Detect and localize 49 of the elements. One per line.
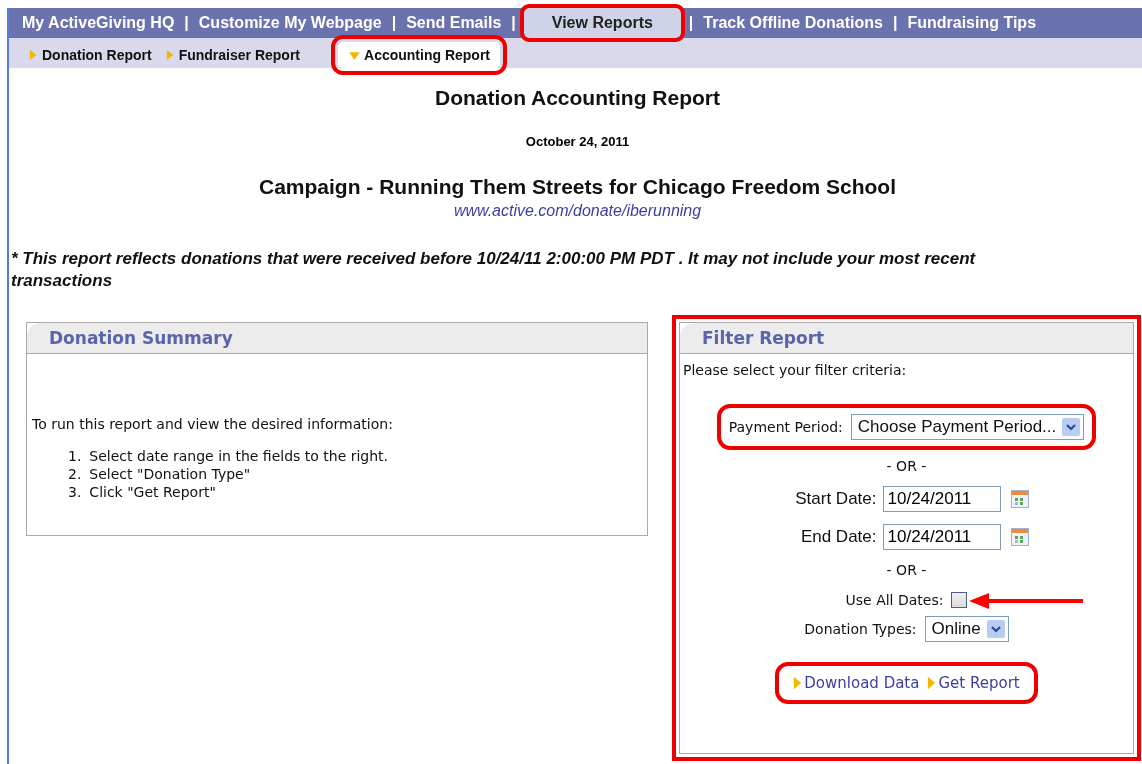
instructions-text: To run this report and view the desired information: — [32, 416, 394, 432]
step-number: 3. — [68, 483, 82, 501]
field-label: End Date: — [799, 527, 877, 547]
step-number: 1. — [68, 447, 82, 465]
nav-separator: | — [688, 14, 694, 32]
field-label: Payment Period: — [728, 419, 843, 435]
campaign-link[interactable]: www.active.com/donate/iberunning — [453, 202, 702, 219]
caret-right-icon — [793, 675, 803, 691]
step-number: 2. — [68, 465, 82, 483]
field-label: Use All Dates: — [845, 592, 944, 608]
caret-icon — [1062, 418, 1081, 436]
caret-right-icon — [29, 48, 39, 62]
field-label: Donation Types: — [804, 621, 917, 637]
calendar-icon[interactable] — [1010, 528, 1029, 546]
caret-right-icon — [165, 48, 176, 62]
field-label: Start Date: — [794, 489, 877, 509]
nav-tab[interactable]: Fundraising Tips — [905, 8, 1039, 38]
panel-title: Filter Report — [702, 328, 825, 348]
nav-separator: | — [391, 14, 397, 32]
nav-separator: | — [892, 14, 898, 32]
nav-tab[interactable]: Track Offline Donations — [701, 8, 885, 38]
caret-right-icon — [927, 675, 937, 691]
or-divider-text: - OR - — [886, 458, 927, 474]
donation-types-select[interactable]: Online — [924, 616, 1009, 642]
campaign-title: Campaign - Running Them Streets for Chicago Freedom School — [257, 175, 898, 199]
step-text: Click "Get Report" — [89, 483, 216, 501]
date-field[interactable]: 10/24/2011 — [882, 486, 1001, 512]
nav-separator: | — [511, 14, 516, 32]
use-all-dates-checkbox[interactable] — [951, 592, 968, 608]
payment-period-select[interactable]: Choose Payment Period... — [850, 414, 1085, 440]
nav-tab[interactable]: Send Emails — [404, 8, 504, 38]
sub-tab[interactable]: Donation Report — [27, 42, 160, 68]
panel-title: Donation Summary — [49, 328, 233, 348]
nav-tab[interactable]: Customize My Webpage — [196, 8, 384, 38]
or-divider-text: - OR - — [886, 562, 927, 578]
filter-prompt: Please select your filter criteria: — [682, 361, 907, 378]
report-link[interactable]: Get Report — [927, 674, 1020, 692]
nav-tab[interactable]: My ActiveGiving HQ — [20, 8, 177, 38]
report-notice: * This report reflects donations that were received before 10/24/11 2:00:00 PM PDT . It may not include your most recent transactions — [11, 248, 977, 292]
date-field[interactable]: 10/24/2011 — [882, 524, 1001, 550]
caret-icon — [986, 620, 1005, 638]
report-title: Donation Accounting Report — [434, 86, 721, 110]
report-date: October 24, 2011 — [524, 134, 631, 149]
step-text: Select date range in the fields to the right. — [89, 447, 389, 465]
step-text: Select "Donation Type" — [89, 465, 251, 483]
report-link[interactable]: Download Data — [793, 674, 920, 692]
calendar-icon[interactable] — [1010, 490, 1029, 508]
sub-tab[interactable]: Fundraiser Report — [163, 42, 308, 68]
nav-separator: | — [184, 14, 189, 32]
